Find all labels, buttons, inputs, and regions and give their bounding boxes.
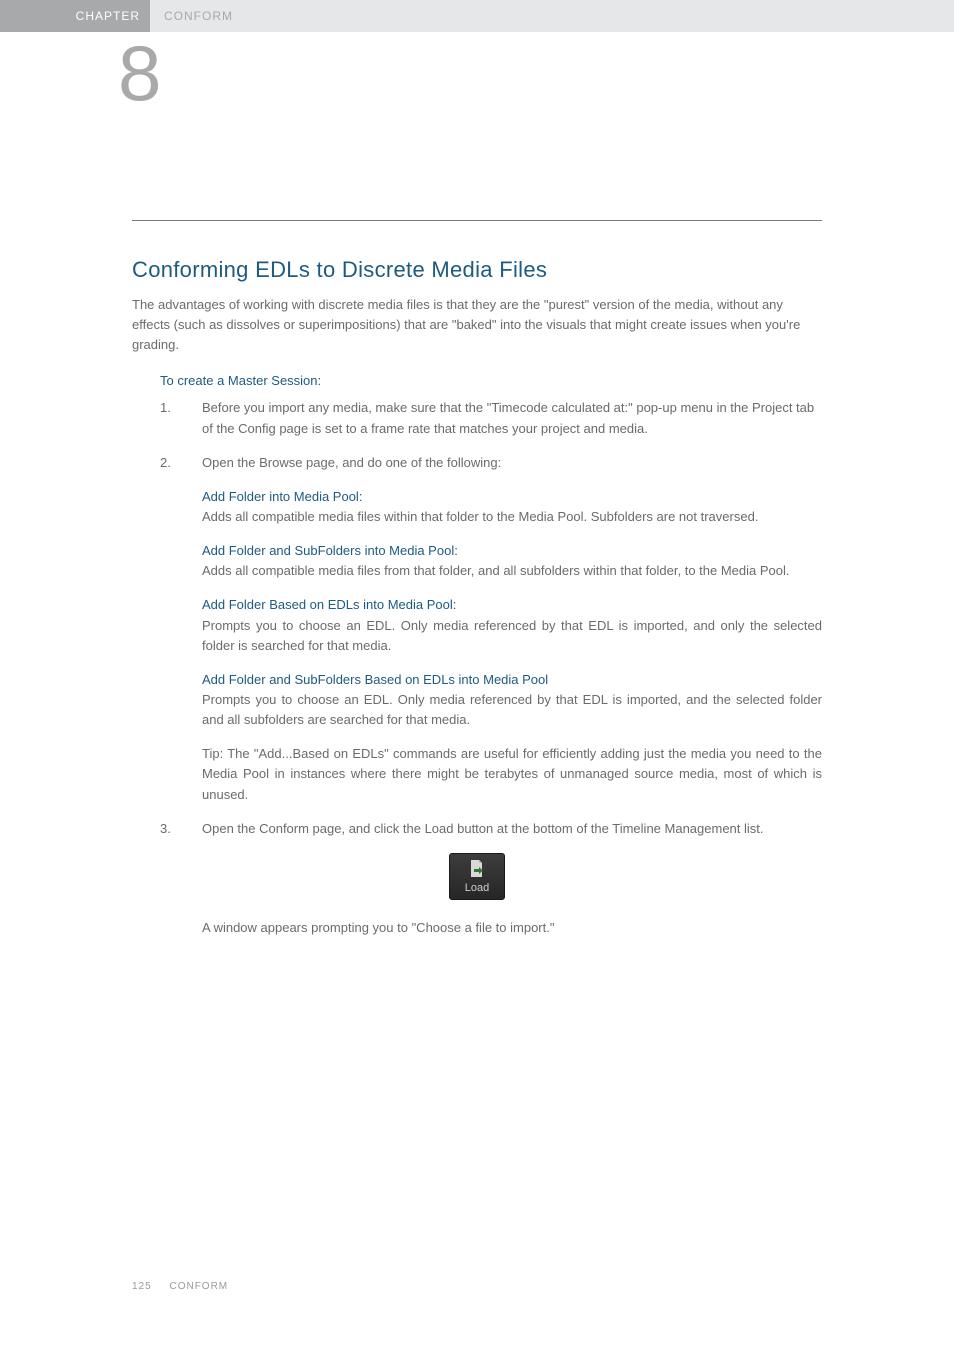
page-number: 125 — [132, 1281, 152, 1292]
definition-item: Add Folder Based on EDLs into Media Pool… — [202, 595, 822, 655]
subsection-heading: To create a Master Session: — [160, 373, 822, 388]
step-number: 3. — [160, 819, 202, 839]
step-text: Open the Conform page, and click the Loa… — [202, 819, 822, 839]
chapter-tab: CHAPTER — [0, 0, 150, 32]
chapter-label: CHAPTER — [76, 9, 140, 23]
step-list-continued: 3. Open the Conform page, and click the … — [160, 819, 822, 839]
page: CHAPTER CONFORM 8 Conforming EDLs to Dis… — [0, 0, 954, 1350]
intro-paragraph: The advantages of working with discrete … — [132, 295, 822, 355]
definition-title: Add Folder into Media Pool: — [202, 487, 822, 507]
figure-caption: A window appears prompting you to "Choos… — [202, 918, 822, 938]
definition-title: Add Folder Based on EDLs into Media Pool… — [202, 595, 822, 615]
step-number: 1. — [160, 398, 202, 438]
section-heading: Conforming EDLs to Discrete Media Files — [132, 257, 822, 283]
definition-item: Add Folder and SubFolders into Media Poo… — [202, 541, 822, 581]
step-number: 2. — [160, 453, 202, 473]
footer-section: CONFORM — [169, 1281, 228, 1292]
figure: Load — [132, 853, 822, 900]
page-footer: 125 CONFORM — [132, 1281, 228, 1292]
header-title: CONFORM — [150, 9, 233, 23]
content: Conforming EDLs to Discrete Media Files … — [132, 32, 822, 938]
definition-body: Adds all compatible media files from tha… — [202, 561, 822, 581]
step-item: 3. Open the Conform page, and click the … — [160, 819, 822, 839]
definition-item: Add Folder into Media Pool: Adds all com… — [202, 487, 822, 527]
step-item: 2. Open the Browse page, and do one of t… — [160, 453, 822, 473]
definition-title: Add Folder and SubFolders into Media Poo… — [202, 541, 822, 561]
load-button[interactable]: Load — [449, 853, 505, 900]
definition-body: Adds all compatible media files within t… — [202, 507, 822, 527]
step-item: 1. Before you import any media, make sur… — [160, 398, 822, 438]
header-band: CHAPTER CONFORM — [0, 0, 954, 32]
load-button-label: Load — [450, 882, 504, 894]
step-text: Open the Browse page, and do one of the … — [202, 453, 822, 473]
load-icon — [468, 859, 486, 879]
step-text: Before you import any media, make sure t… — [202, 398, 822, 438]
definition-body: Prompts you to choose an EDL. Only media… — [202, 690, 822, 730]
step-list: 1. Before you import any media, make sur… — [160, 398, 822, 472]
definition-item: Add Folder and SubFolders Based on EDLs … — [202, 670, 822, 730]
divider — [132, 220, 822, 221]
tip-paragraph: Tip: The "Add...Based on EDLs" commands … — [202, 744, 822, 804]
definition-list: Add Folder into Media Pool: Adds all com… — [202, 487, 822, 805]
definition-body: Prompts you to choose an EDL. Only media… — [202, 616, 822, 656]
chapter-number: 8 — [118, 34, 161, 112]
definition-title: Add Folder and SubFolders Based on EDLs … — [202, 670, 822, 690]
